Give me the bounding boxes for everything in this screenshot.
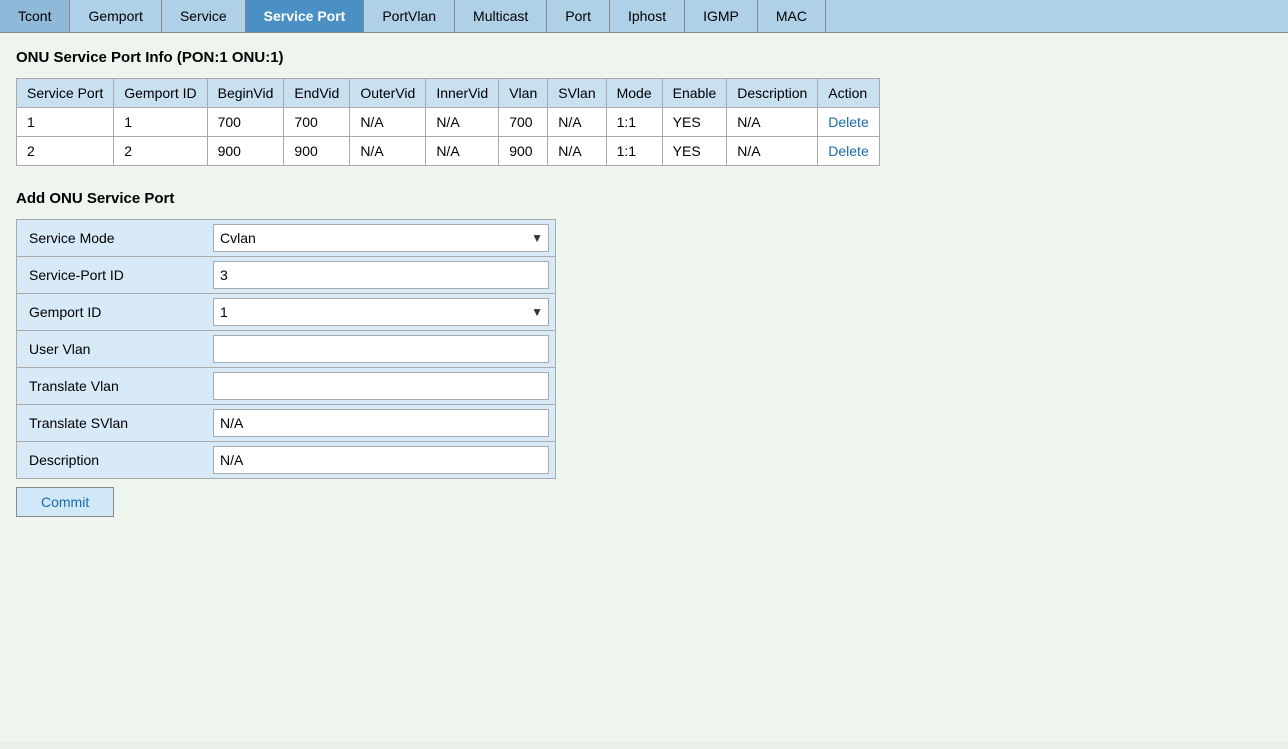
tab-service-port[interactable]: Service Port: [246, 0, 365, 32]
table-cell: N/A: [350, 137, 426, 166]
table-cell: 900: [499, 137, 548, 166]
table-row: 22900900N/AN/A900N/A1:1YESN/ADelete: [17, 137, 880, 166]
table-cell: 900: [207, 137, 284, 166]
table-cell: 1:1: [606, 137, 662, 166]
form-select-gemport-id[interactable]: 1234: [213, 298, 549, 326]
add-form-container: Service ModeCvlanSvlanTransparent▼Servic…: [16, 219, 556, 479]
table-cell-action: Delete: [818, 137, 879, 166]
col-header-action: Action: [818, 79, 879, 108]
table-cell: 700: [207, 108, 284, 137]
form-input-description[interactable]: [213, 446, 549, 474]
table-cell: 1:1: [606, 108, 662, 137]
form-input-translate-svlan[interactable]: [213, 409, 549, 437]
form-label: Description: [17, 444, 207, 476]
col-header-svlan: SVlan: [548, 79, 606, 108]
info-title: ONU Service Port Info (PON:1 ONU:1): [16, 49, 1272, 66]
form-row-service-mode: Service ModeCvlanSvlanTransparent▼: [17, 220, 555, 257]
form-row-user-vlan: User Vlan: [17, 331, 555, 368]
form-label: Translate SVlan: [17, 407, 207, 439]
table-cell: N/A: [426, 108, 499, 137]
table-cell: 1: [114, 108, 207, 137]
form-select-service-mode[interactable]: CvlanSvlanTransparent: [213, 224, 549, 252]
table-cell: 2: [114, 137, 207, 166]
table-cell: 700: [284, 108, 350, 137]
form-input-service-port-id[interactable]: [213, 261, 549, 289]
table-cell: N/A: [548, 108, 606, 137]
form-label: Gemport ID: [17, 296, 207, 328]
add-section-title: Add ONU Service Port: [16, 190, 1272, 207]
col-header-gemport-id: Gemport ID: [114, 79, 207, 108]
table-cell: YES: [662, 108, 727, 137]
tab-iphost[interactable]: Iphost: [610, 0, 685, 32]
table-body: 11700700N/AN/A700N/A1:1YESN/ADelete22900…: [17, 108, 880, 166]
table-header-row: Service PortGemport IDBeginVidEndVidOute…: [17, 79, 880, 108]
form-label: Translate Vlan: [17, 370, 207, 402]
form-input-translate-vlan[interactable]: [213, 372, 549, 400]
form-row-service-port-id: Service-Port ID: [17, 257, 555, 294]
form-row-translate-svlan: Translate SVlan: [17, 405, 555, 442]
table-cell: 900: [284, 137, 350, 166]
table-cell: 2: [17, 137, 114, 166]
table-row: 11700700N/AN/A700N/A1:1YESN/ADelete: [17, 108, 880, 137]
col-header-enable: Enable: [662, 79, 727, 108]
table-cell: N/A: [350, 108, 426, 137]
table-cell: YES: [662, 137, 727, 166]
table-cell: 700: [499, 108, 548, 137]
service-port-table: Service PortGemport IDBeginVidEndVidOute…: [16, 78, 880, 166]
col-header-beginvid: BeginVid: [207, 79, 284, 108]
table-cell: N/A: [426, 137, 499, 166]
tab-bar: TcontGemportServiceService PortPortVlanM…: [0, 0, 1288, 33]
table-cell: N/A: [548, 137, 606, 166]
col-header-description: Description: [727, 79, 818, 108]
col-header-endvid: EndVid: [284, 79, 350, 108]
commit-button[interactable]: Commit: [16, 487, 114, 517]
table-cell: 1: [17, 108, 114, 137]
col-header-innervid: InnerVid: [426, 79, 499, 108]
tab-igmp[interactable]: IGMP: [685, 0, 758, 32]
table-cell: N/A: [727, 108, 818, 137]
tab-service[interactable]: Service: [162, 0, 246, 32]
form-label: Service-Port ID: [17, 259, 207, 291]
tab-portvlan[interactable]: PortVlan: [364, 0, 455, 32]
delete-link[interactable]: Delete: [828, 114, 868, 130]
tab-multicast[interactable]: Multicast: [455, 0, 547, 32]
col-header-vlan: Vlan: [499, 79, 548, 108]
form-row-description: Description: [17, 442, 555, 478]
form-label: User Vlan: [17, 333, 207, 365]
col-header-outervid: OuterVid: [350, 79, 426, 108]
form-row-translate-vlan: Translate Vlan: [17, 368, 555, 405]
tab-gemport[interactable]: Gemport: [70, 0, 161, 32]
tab-mac[interactable]: MAC: [758, 0, 826, 32]
main-content: ONU Service Port Info (PON:1 ONU:1) Serv…: [0, 33, 1288, 742]
table-cell-action: Delete: [818, 108, 879, 137]
form-label: Service Mode: [17, 222, 207, 254]
delete-link[interactable]: Delete: [828, 143, 868, 159]
form-input-user-vlan[interactable]: [213, 335, 549, 363]
tab-port[interactable]: Port: [547, 0, 610, 32]
table-cell: N/A: [727, 137, 818, 166]
tab-tcont[interactable]: Tcont: [0, 0, 70, 32]
form-row-gemport-id: Gemport ID1234▼: [17, 294, 555, 331]
col-header-service-port: Service Port: [17, 79, 114, 108]
col-header-mode: Mode: [606, 79, 662, 108]
